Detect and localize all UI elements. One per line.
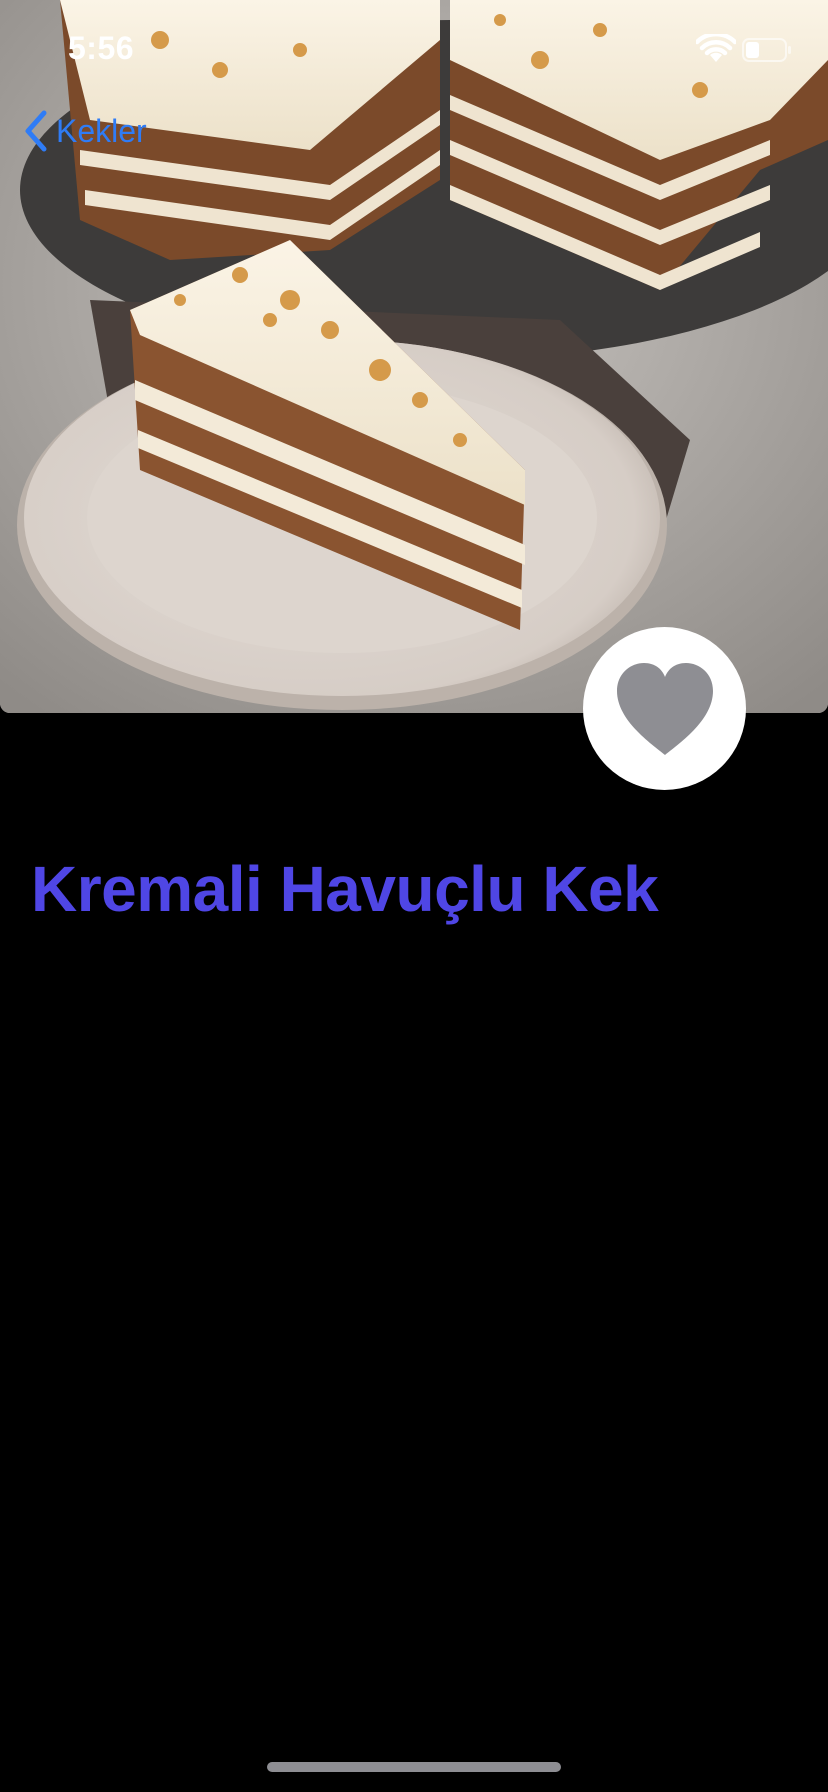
back-button-label: Kekler — [56, 112, 147, 149]
recipe-title: Kremali Havuçlu Kek — [31, 853, 659, 925]
chevron-left-icon — [25, 110, 47, 152]
favorite-button[interactable] — [583, 627, 746, 790]
status-bar: 5:56 — [0, 0, 828, 100]
status-time: 5:56 — [68, 30, 135, 66]
back-button[interactable]: Kekler — [22, 108, 147, 154]
battery-icon — [742, 38, 791, 62]
recipe-detail-screen: 5:56 Kekler Kremali Havuçlu Kek — [0, 0, 828, 1792]
heart-icon — [616, 662, 713, 755]
cake-image — [0, 0, 828, 713]
wifi-icon — [696, 34, 736, 62]
home-indicator[interactable] — [267, 1762, 561, 1772]
